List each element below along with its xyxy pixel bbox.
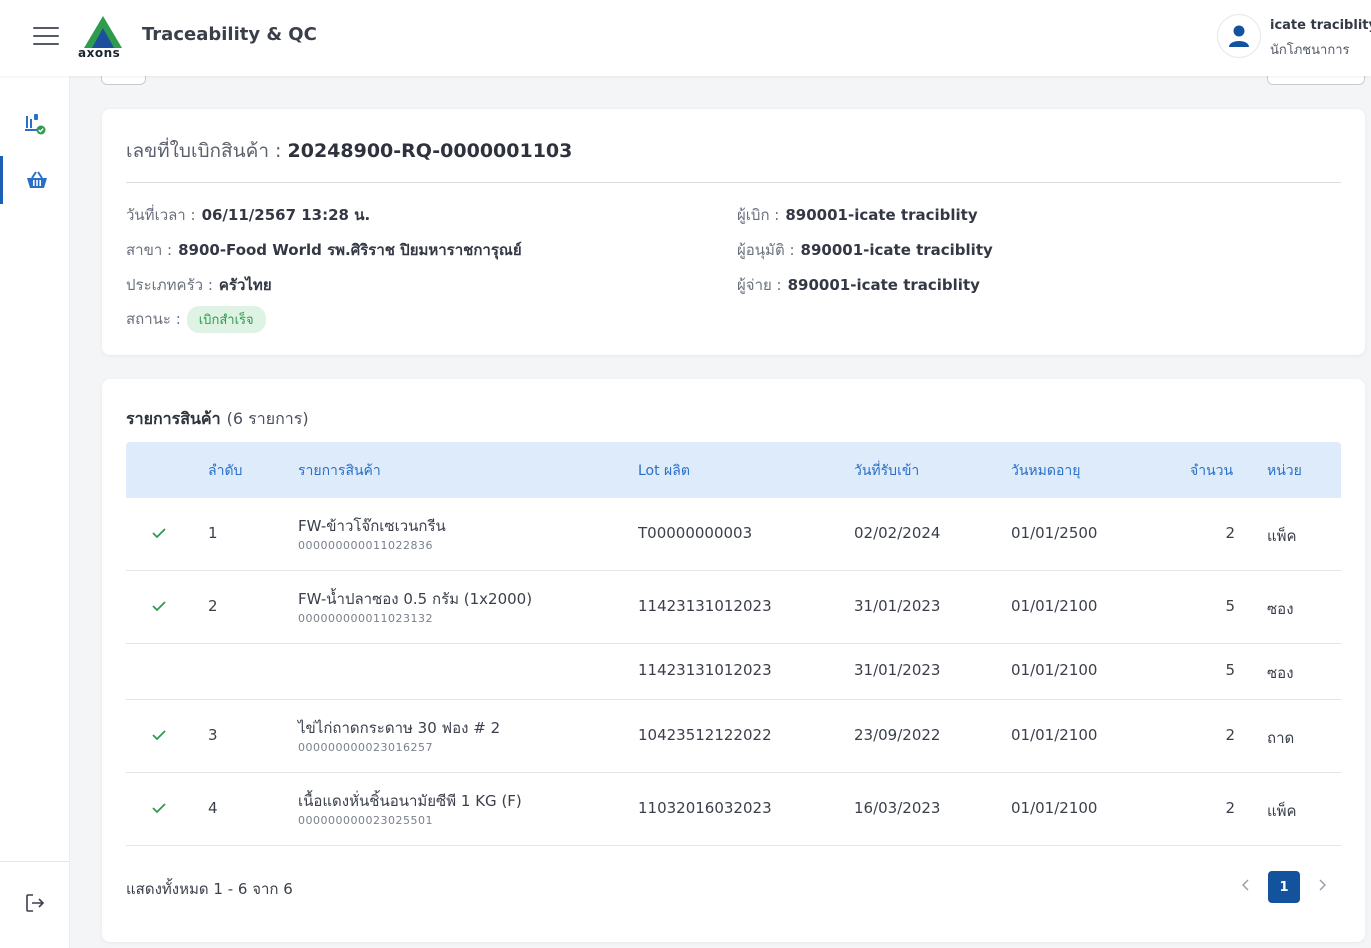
row-unit: ซอง	[1267, 664, 1294, 682]
approver-field: ผู้อนุมัติ :890001-icate traciblity	[737, 241, 993, 259]
row-item-code: 000000000011022836	[298, 539, 433, 552]
next-page-button[interactable]	[1312, 875, 1332, 895]
kitchen-type-field: ประเภทครัว : ครัวไทย	[126, 276, 272, 294]
col-expiry: วันหมดอายุ	[1011, 463, 1081, 479]
items-card: รายการสินค้า (6 รายการ) ลำดับ รายการสินค้…	[102, 379, 1365, 942]
check-icon	[152, 528, 166, 539]
dispenser-field: ผู้จ่าย :890001-icate traciblity	[737, 276, 980, 294]
row-unit: แพ็ค	[1267, 527, 1297, 545]
logout-icon	[26, 894, 45, 912]
row-expiry: 01/01/2500	[1011, 524, 1098, 542]
col-item: รายการสินค้า	[298, 463, 381, 479]
row-item-name: FW-ข้าวโจ๊กเซเวนกรีน	[298, 517, 446, 535]
info-divider	[126, 182, 1341, 183]
row-unit: ซอง	[1267, 600, 1294, 618]
row-received: 31/01/2023	[854, 661, 941, 679]
row-received: 23/09/2022	[854, 726, 941, 744]
col-unit: หน่วย	[1267, 463, 1302, 479]
scale-check-icon	[25, 114, 46, 135]
row-seq: 1	[208, 524, 218, 542]
row-item-code: 000000000023025501	[298, 814, 433, 827]
row-lot: 11423131012023	[638, 661, 772, 679]
logout-button[interactable]	[0, 879, 70, 927]
row-unit: แพ็ค	[1267, 802, 1297, 820]
col-received: วันที่รับเข้า	[854, 463, 920, 479]
row-qty: 2	[1225, 726, 1235, 744]
check-icon	[152, 601, 166, 612]
row-expiry: 01/01/2100	[1011, 799, 1098, 817]
row-expiry: 01/01/2100	[1011, 661, 1098, 679]
row-lot: 11032016032023	[638, 799, 772, 817]
pagination-summary: แสดงทั้งหมด 1 - 6 จาก 6	[126, 880, 293, 898]
sidebar	[0, 76, 70, 948]
chevron-left-icon	[1242, 879, 1249, 891]
row-lot: T00000000003	[638, 524, 753, 542]
col-lot: Lot ผลิต	[638, 463, 690, 479]
top-bar: axons Traceability & QC icate traciblity…	[0, 0, 1371, 76]
sidebar-divider	[0, 861, 70, 862]
status-field: สถานะ : เบิกสำเร็จ	[126, 306, 266, 333]
branch-field: สาขา :8900-Food World รพ.ศิริราช ปิยมหาร…	[126, 241, 522, 259]
row-item-name: เนื้อแดงหั่นชิ้นอนามัยซีพี 1 KG (F)	[298, 792, 522, 810]
row-received: 31/01/2023	[854, 597, 941, 615]
sidebar-item-weighing[interactable]	[0, 100, 70, 148]
app-title: Traceability & QC	[142, 24, 317, 45]
row-qty: 5	[1225, 597, 1235, 615]
row-expiry: 01/01/2100	[1011, 726, 1098, 744]
user-avatar[interactable]	[1217, 14, 1261, 58]
datetime-field: วันที่เวลา :06/11/2567 13:28 น.	[126, 206, 371, 224]
sidebar-item-requisition[interactable]	[0, 156, 70, 204]
col-seq: ลำดับ	[208, 463, 243, 479]
row-seq: 4	[208, 799, 218, 817]
row-unit: ถาด	[1267, 729, 1295, 747]
check-icon	[152, 730, 166, 741]
table-row[interactable]: 3 ไข่ไก่ถาดกระดาษ 30 ฟอง # 2 00000000002…	[126, 700, 1341, 773]
row-received: 02/02/2024	[854, 524, 941, 542]
basket-icon	[26, 171, 47, 188]
row-seq: 3	[208, 726, 218, 744]
row-qty: 5	[1225, 661, 1235, 679]
table-header: ลำดับ รายการสินค้า Lot ผลิต วันที่รับเข้…	[126, 442, 1341, 498]
items-title: รายการสินค้า (6 รายการ)	[126, 409, 309, 428]
row-item-code: 000000000023016257	[298, 741, 433, 754]
logo-text: axons	[78, 46, 121, 60]
table-row[interactable]: 4 เนื้อแดงหั่นชิ้นอนามัยซีพี 1 KG (F) 00…	[126, 773, 1341, 846]
row-item-name: ไข่ไก่ถาดกระดาษ 30 ฟอง # 2	[298, 719, 501, 737]
row-item-code: 000000000011023132	[298, 612, 433, 625]
row-lot: 11423131012023	[638, 597, 772, 615]
row-seq: 2	[208, 597, 218, 615]
items-table: ลำดับ รายการสินค้า Lot ผลิต วันที่รับเข้…	[126, 442, 1341, 846]
col-qty: จำนวน	[1190, 463, 1234, 479]
requisition-info-card: เลขที่ใบเบิกสินค้า : 20248900-RQ-0000001…	[102, 109, 1365, 355]
row-qty: 2	[1225, 799, 1235, 817]
row-lot: 10423512122022	[638, 726, 772, 744]
chevron-right-icon	[1319, 879, 1326, 891]
status-badge: เบิกสำเร็จ	[186, 306, 266, 333]
user-icon	[1229, 25, 1249, 47]
user-name: icate traciblity	[1270, 18, 1371, 33]
table-row-sub-lot[interactable]: 11423131012023 31/01/2023 01/01/2100 5 ซ…	[126, 644, 1341, 700]
requisition-number: เลขที่ใบเบิกสินค้า : 20248900-RQ-0000001…	[126, 140, 573, 162]
table-row[interactable]: 2 FW-น้ำปลาซอง 0.5 กรัม (1x2000) 0000000…	[126, 571, 1341, 644]
page-button-current[interactable]: 1	[1268, 871, 1300, 903]
user-role: นักโภชนาการ	[1270, 43, 1350, 58]
row-expiry: 01/01/2100	[1011, 597, 1098, 615]
row-received: 16/03/2023	[854, 799, 941, 817]
row-item-name: FW-น้ำปลาซอง 0.5 กรัม (1x2000)	[298, 590, 533, 608]
check-icon	[152, 803, 166, 814]
prev-page-button[interactable]	[1236, 875, 1256, 895]
table-row[interactable]: 1 FW-ข้าวโจ๊กเซเวนกรีน 00000000001102283…	[126, 498, 1341, 571]
row-qty: 2	[1225, 524, 1235, 542]
requester-field: ผู้เบิก :890001-icate traciblity	[737, 206, 978, 224]
menu-icon[interactable]	[33, 27, 59, 45]
